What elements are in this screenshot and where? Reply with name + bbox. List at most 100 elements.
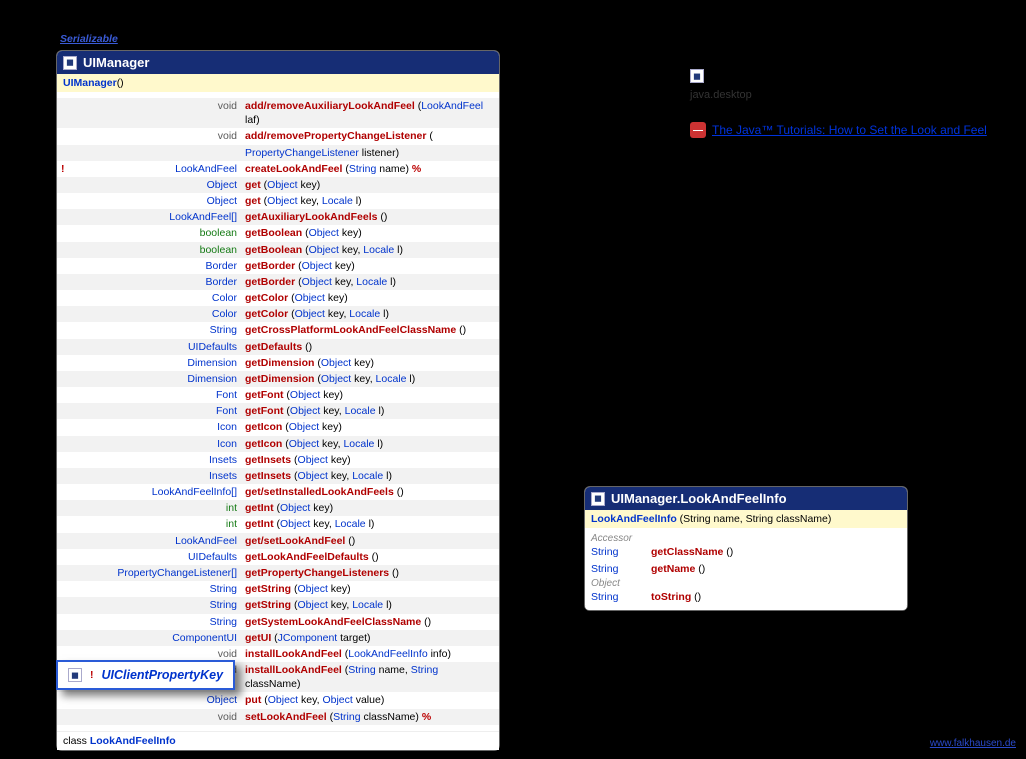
method-cell[interactable]: add/removeAuxiliaryLookAndFeel (LookAndF… bbox=[241, 98, 499, 128]
return-type[interactable]: String bbox=[73, 322, 241, 338]
return-type[interactable]: LookAndFeel[] bbox=[73, 209, 241, 225]
method-cell[interactable]: getString (Object key, Locale l) bbox=[241, 597, 499, 613]
return-type[interactable]: String bbox=[73, 597, 241, 613]
method-cell[interactable]: put (Object key, Object value) bbox=[241, 692, 499, 708]
return-type[interactable]: Font bbox=[73, 387, 241, 403]
return-type[interactable]: Color bbox=[73, 290, 241, 306]
method-row: DimensiongetDimension (Object key) bbox=[57, 355, 499, 371]
method-cell[interactable]: installLookAndFeel (String name, String … bbox=[241, 662, 499, 692]
method-cell[interactable]: createLookAndFeel (String name) % bbox=[241, 161, 499, 177]
method-cell[interactable]: getColor (Object key) bbox=[241, 290, 499, 306]
method-cell[interactable]: getClassName () bbox=[645, 544, 907, 561]
return-type[interactable]: Border bbox=[73, 274, 241, 290]
method-flag bbox=[57, 452, 73, 468]
return-type[interactable]: ComponentUI bbox=[73, 630, 241, 646]
method-cell[interactable]: getAuxiliaryLookAndFeels () bbox=[241, 209, 499, 225]
method-cell[interactable]: getDimension (Object key) bbox=[241, 355, 499, 371]
method-cell[interactable]: getInt (Object key) bbox=[241, 500, 499, 516]
method-cell[interactable]: getInsets (Object key) bbox=[241, 452, 499, 468]
package-name-row: ◼ javax.swing bbox=[690, 63, 834, 89]
tutorial-link[interactable]: The Java™ Tutorials: How to Set the Look… bbox=[712, 123, 987, 137]
return-type[interactable]: String bbox=[585, 544, 645, 561]
method-cell[interactable]: get (Object key, Locale l) bbox=[241, 193, 499, 209]
method-cell[interactable]: getInsets (Object key, Locale l) bbox=[241, 468, 499, 484]
method-row: UIDefaultsgetLookAndFeelDefaults () bbox=[57, 549, 499, 565]
return-type[interactable]: PropertyChangeListener[] bbox=[73, 565, 241, 581]
method-row: Objectput (Object key, Object value) bbox=[57, 692, 499, 708]
method-cell[interactable]: getUI (JComponent target) bbox=[241, 630, 499, 646]
method-cell[interactable]: getString (Object key) bbox=[241, 581, 499, 597]
return-type[interactable]: Icon bbox=[73, 436, 241, 452]
method-cell[interactable]: installLookAndFeel (LookAndFeelInfo info… bbox=[241, 646, 499, 662]
interface-card[interactable]: ◼ ! UIClientPropertyKey bbox=[56, 660, 235, 690]
method-cell[interactable]: getSystemLookAndFeelClassName () bbox=[241, 614, 499, 630]
return-type[interactable]: Insets bbox=[73, 468, 241, 484]
return-type[interactable]: String bbox=[585, 589, 645, 606]
method-cell[interactable]: setLookAndFeel (String className) % bbox=[241, 709, 499, 725]
method-row: InsetsgetInsets (Object key) bbox=[57, 452, 499, 468]
return-type[interactable]: LookAndFeel bbox=[73, 533, 241, 549]
return-type[interactable]: Object bbox=[73, 692, 241, 708]
method-flag bbox=[57, 258, 73, 274]
method-flag bbox=[57, 339, 73, 355]
method-cell[interactable]: get (Object key) bbox=[241, 177, 499, 193]
return-type[interactable]: String bbox=[585, 561, 645, 578]
return-type[interactable]: Object bbox=[73, 193, 241, 209]
method-cell[interactable]: getDefaults () bbox=[241, 339, 499, 355]
method-flag bbox=[57, 306, 73, 322]
method-cell[interactable]: getLookAndFeelDefaults () bbox=[241, 549, 499, 565]
method-cell[interactable]: getIcon (Object key) bbox=[241, 419, 499, 435]
return-type[interactable]: Dimension bbox=[73, 371, 241, 387]
method-cell[interactable]: getFont (Object key, Locale l) bbox=[241, 403, 499, 419]
method-cell[interactable]: getInt (Object key, Locale l) bbox=[241, 516, 499, 532]
return-type[interactable]: String bbox=[73, 581, 241, 597]
return-type[interactable]: UIDefaults bbox=[73, 339, 241, 355]
method-cell[interactable]: getName () bbox=[645, 561, 907, 578]
return-type[interactable]: Dimension bbox=[73, 355, 241, 371]
return-type[interactable]: String bbox=[73, 614, 241, 630]
method-flag bbox=[57, 692, 73, 708]
return-type[interactable]: Color bbox=[73, 306, 241, 322]
method-row: PropertyChangeListener listener) bbox=[57, 145, 499, 161]
method-cell[interactable]: getCrossPlatformLookAndFeelClassName () bbox=[241, 322, 499, 338]
method-flag bbox=[57, 581, 73, 597]
method-row: ColorgetColor (Object key) bbox=[57, 290, 499, 306]
return-type[interactable]: Icon bbox=[73, 419, 241, 435]
nested-class-link[interactable]: LookAndFeelInfo bbox=[90, 735, 176, 747]
method-cell[interactable]: getDimension (Object key, Locale l) bbox=[241, 371, 499, 387]
return-type[interactable]: Insets bbox=[73, 452, 241, 468]
interface-name[interactable]: UIClientPropertyKey bbox=[102, 668, 224, 682]
method-flag bbox=[57, 387, 73, 403]
method-cell[interactable]: get/setInstalledLookAndFeels () bbox=[241, 484, 499, 500]
method-cell[interactable]: getBorder (Object key, Locale l) bbox=[241, 274, 499, 290]
method-cell[interactable]: add/removePropertyChangeListener ( bbox=[241, 128, 499, 144]
method-cell[interactable]: getFont (Object key) bbox=[241, 387, 499, 403]
constructor-name[interactable]: UIManager bbox=[63, 77, 117, 89]
return-type[interactable]: LookAndFeel bbox=[73, 161, 241, 177]
method-cell[interactable]: get/setLookAndFeel () bbox=[241, 533, 499, 549]
serializable-link[interactable]: Serializable bbox=[60, 33, 118, 45]
return-type[interactable]: Font bbox=[73, 403, 241, 419]
method-cell[interactable]: getIcon (Object key, Locale l) bbox=[241, 436, 499, 452]
method-cell: PropertyChangeListener listener) bbox=[241, 145, 499, 161]
method-cell[interactable]: toString () bbox=[645, 589, 907, 606]
method-flag bbox=[57, 597, 73, 613]
method-cell[interactable]: getBoolean (Object key, Locale l) bbox=[241, 242, 499, 258]
package-name[interactable]: javax.swing bbox=[710, 63, 834, 89]
constructor-name[interactable]: LookAndFeelInfo bbox=[591, 513, 677, 525]
method-flag bbox=[57, 371, 73, 387]
method-row: BordergetBorder (Object key) bbox=[57, 258, 499, 274]
return-type[interactable]: UIDefaults bbox=[73, 549, 241, 565]
method-cell[interactable]: getColor (Object key, Locale l) bbox=[241, 306, 499, 322]
class-card-header: ◼ UIManager.LookAndFeelInfo bbox=[585, 487, 907, 510]
method-cell[interactable]: getBoolean (Object key) bbox=[241, 225, 499, 241]
return-type[interactable]: Border bbox=[73, 258, 241, 274]
method-row: LookAndFeel[]getAuxiliaryLookAndFeels () bbox=[57, 209, 499, 225]
method-cell[interactable]: getPropertyChangeListeners () bbox=[241, 565, 499, 581]
method-cell[interactable]: getBorder (Object key) bbox=[241, 258, 499, 274]
footer-link[interactable]: www.falkhausen.de bbox=[930, 738, 1016, 749]
return-type[interactable]: Object bbox=[73, 177, 241, 193]
return-type[interactable]: LookAndFeelInfo[] bbox=[73, 484, 241, 500]
method-row: Objectget (Object key, Locale l) bbox=[57, 193, 499, 209]
nested-class-row: class LookAndFeelInfo bbox=[57, 731, 499, 750]
